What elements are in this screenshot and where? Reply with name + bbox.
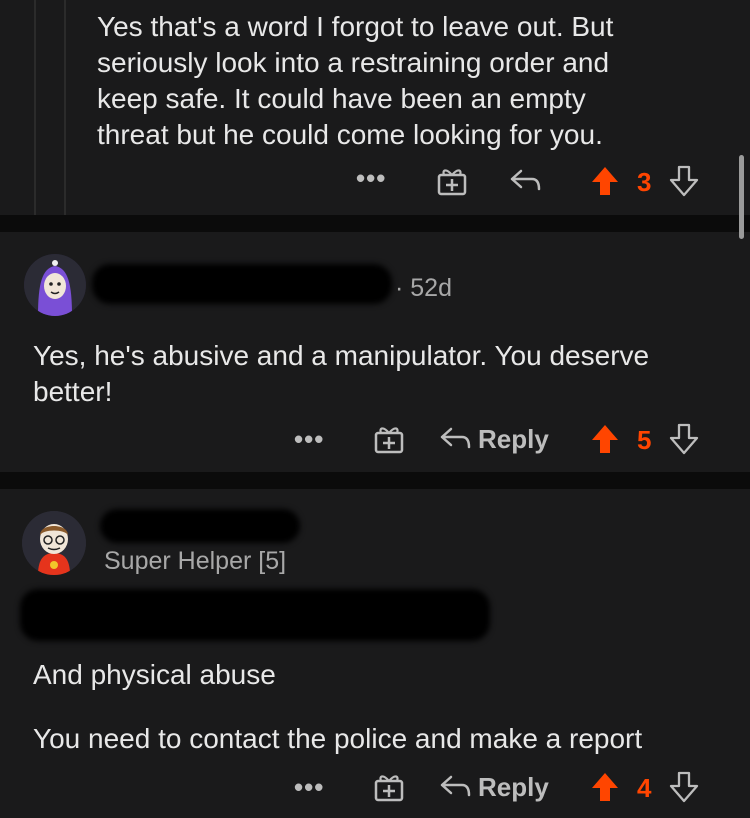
comment-body-line: better! (33, 376, 113, 407)
upvote-icon[interactable] (590, 423, 620, 455)
comment-body-line: You need to contact the police and make … (33, 723, 643, 754)
vote-count: 3 (637, 167, 652, 197)
redacted-text (20, 589, 490, 641)
comment-body-line: And physical abuse (33, 659, 276, 690)
avatar-icon (24, 254, 86, 316)
comment-1: Yes that's a word I forgot to leave out.… (0, 0, 750, 215)
comment-body-line: keep safe. It could have been an empty (97, 83, 586, 114)
redacted-username (92, 264, 392, 304)
reply-icon[interactable] (438, 425, 472, 451)
downvote-icon[interactable] (669, 423, 699, 455)
comment-body-line: Yes that's a word I forgot to leave out.… (97, 11, 614, 42)
redacted-username (100, 509, 300, 543)
comment-separator (0, 215, 750, 232)
award-icon[interactable] (436, 166, 468, 196)
more-options-button[interactable]: ••• (294, 772, 324, 803)
comment-2: · 52d Yes, he's abusive and a manipulato… (0, 232, 750, 472)
downvote-icon[interactable] (669, 165, 699, 197)
reply-button[interactable]: Reply (478, 772, 549, 803)
thread-line (64, 0, 66, 215)
avatar[interactable] (22, 511, 86, 575)
comment-body-line: threat but he could come looking for you… (97, 119, 603, 150)
user-flair: Super Helper [5] (104, 547, 287, 575)
more-options-button[interactable]: ••• (294, 424, 324, 455)
comment-body-line: Yes, he's abusive and a manipulator. You… (33, 340, 650, 371)
upvote-icon[interactable] (590, 165, 620, 197)
award-icon[interactable] (373, 424, 405, 454)
comment-age: · 52d (395, 274, 452, 302)
thread-line (34, 0, 36, 215)
avatar-icon (22, 511, 86, 575)
vote-count: 5 (637, 425, 652, 455)
more-options-button[interactable]: ••• (356, 163, 386, 194)
comment-3: Super Helper [5] And physical abuse You … (0, 489, 750, 818)
vote-count: 4 (637, 773, 652, 803)
reply-icon[interactable] (438, 773, 472, 799)
comment-separator (0, 472, 750, 489)
avatar[interactable] (24, 254, 86, 316)
downvote-icon[interactable] (669, 771, 699, 803)
scrollbar[interactable] (739, 155, 744, 239)
reply-icon[interactable] (508, 167, 542, 193)
reply-button[interactable]: Reply (478, 424, 549, 455)
comment-body-line: seriously look into a restraining order … (97, 47, 610, 78)
award-icon[interactable] (373, 772, 405, 802)
upvote-icon[interactable] (590, 771, 620, 803)
